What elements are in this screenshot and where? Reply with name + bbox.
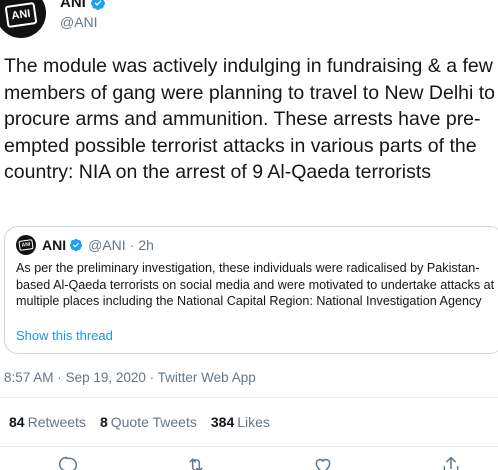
quoted-timestamp: 2h [138, 237, 154, 253]
retweets-stat[interactable]: 84 Retweets [9, 414, 86, 430]
reply-icon[interactable] [58, 455, 78, 470]
retweets-count: 84 [9, 414, 25, 430]
tweet-source[interactable]: Twitter Web App [158, 370, 256, 385]
author-avatar[interactable]: ANI [0, 0, 46, 38]
quoted-author-avatar: ANI [16, 235, 36, 255]
quoted-tweet-header: ANI ANI @ANI · 2h [16, 235, 154, 255]
likes-stat[interactable]: 384 Likes [211, 414, 270, 430]
likes-label: Likes [237, 414, 270, 430]
author-handle[interactable]: @ANI [60, 14, 98, 30]
quoted-tweet-text: As per the preliminary investigation, th… [16, 261, 495, 308]
tweet-meta: 8:57 AM · Sep 19, 2020 · Twitter Web App [4, 370, 256, 385]
retweet-icon[interactable] [186, 455, 206, 470]
quoted-author-name: ANI [42, 237, 67, 253]
quote-tweets-stat[interactable]: 8 Quote Tweets [100, 414, 197, 430]
tweet-text: The module was actively indulging in fun… [4, 55, 496, 183]
meta-separator: · [149, 370, 155, 385]
quoted-author-handle: @ANI [88, 237, 126, 253]
quoted-verified-badge-icon [69, 238, 83, 252]
tweet-stats: 84 Retweets 8 Quote Tweets 384 Likes [9, 414, 284, 430]
verified-badge-icon [90, 0, 105, 10]
meta-separator: · [57, 370, 62, 385]
tweet-date[interactable]: Sep 19, 2020 [66, 370, 146, 385]
quoted-tweet[interactable]: ANI ANI @ANI · 2h As per the preliminary… [4, 226, 498, 354]
share-icon[interactable] [441, 455, 461, 470]
quoted-separator: · [129, 237, 135, 253]
quote-tweets-count: 8 [99, 414, 108, 430]
author-name[interactable]: ANI [60, 0, 86, 11]
tweet-actions [0, 452, 498, 470]
author-name-row: ANI [60, 0, 106, 11]
likes-count: 384 [210, 414, 235, 430]
divider [0, 397, 498, 398]
retweets-label: Retweets [27, 414, 86, 430]
tweet-time[interactable]: 8:57 AM [4, 370, 54, 385]
tweet-header: ANI ANI @ANI [0, 0, 498, 38]
quoted-ani-logo: ANI [18, 239, 34, 251]
like-icon[interactable] [313, 455, 333, 470]
quote-tweets-label: Quote Tweets [110, 414, 197, 430]
ani-logo: ANI [4, 2, 38, 28]
show-thread-link[interactable]: Show this thread [16, 328, 113, 343]
divider [0, 446, 498, 447]
